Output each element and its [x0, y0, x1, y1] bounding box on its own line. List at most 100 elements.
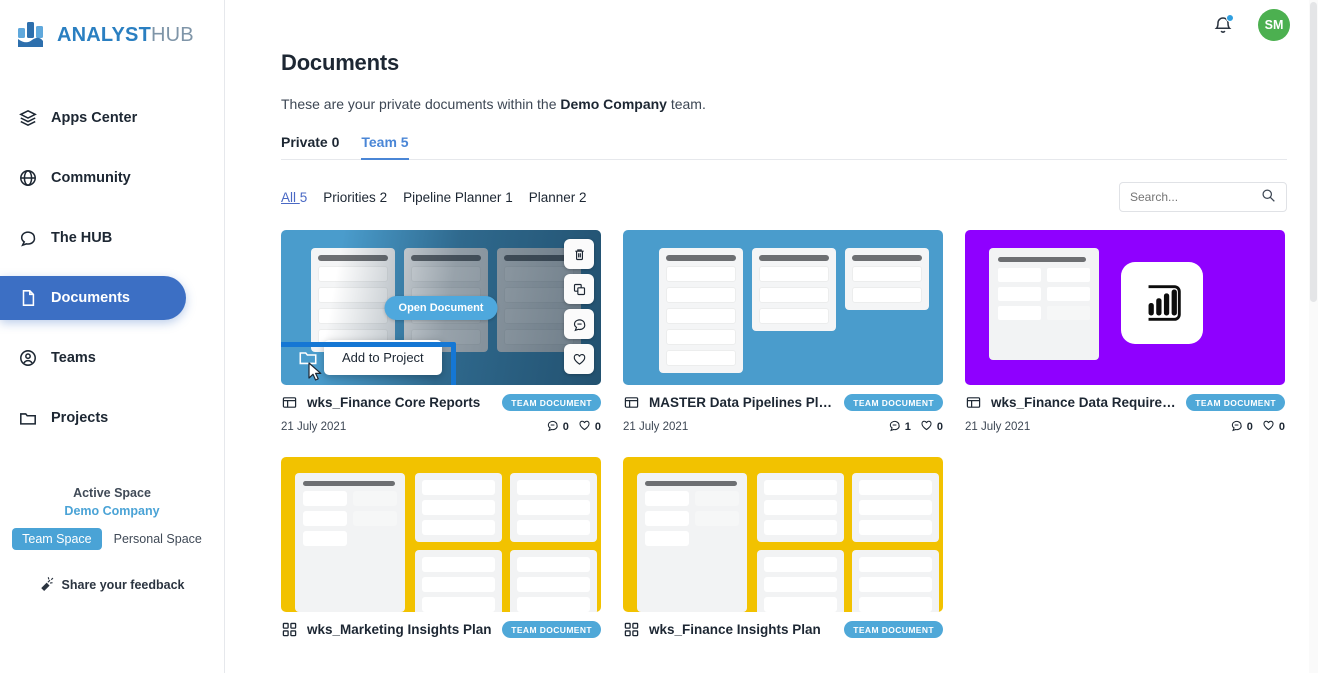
document-thumbnail[interactable]: [965, 230, 1285, 385]
filter-priorities[interactable]: Priorities 2: [323, 190, 387, 205]
card-title[interactable]: wks_Finance Data Requirements: [991, 395, 1176, 410]
power-bi-icon: [1121, 262, 1203, 344]
page-content: Documents These are your private documen…: [225, 50, 1318, 638]
card-title[interactable]: wks_Finance Core Reports: [307, 395, 492, 410]
personal-space-button[interactable]: Personal Space: [104, 528, 212, 550]
thumbnail-kanban-preview: [623, 230, 943, 385]
sidebar-item-label: Projects: [51, 410, 109, 426]
search-icon[interactable]: [1261, 188, 1276, 206]
filter-count: 2: [579, 189, 587, 205]
comment-count[interactable]: 0: [1230, 419, 1253, 435]
favorite-heart-icon: [1262, 419, 1275, 435]
brand-logo-area[interactable]: ANALYSTHUB: [0, 0, 224, 56]
sidebar-item-documents[interactable]: Documents: [0, 276, 186, 320]
preview-widgets: [415, 473, 601, 612]
filter-planner[interactable]: Planner 2: [529, 190, 587, 205]
sidebar-item-projects[interactable]: Projects: [0, 396, 186, 440]
sidebar-item-label: Documents: [51, 290, 130, 306]
kanban-column: [311, 248, 395, 352]
card-counts: 0 0: [1230, 419, 1285, 435]
like-count-value: 0: [594, 421, 601, 433]
page-subtitle-before: These are your private documents within …: [281, 96, 561, 112]
favorite-heart-icon: [920, 419, 933, 435]
tab-private[interactable]: Private 0: [281, 134, 339, 160]
like-count[interactable]: 0: [578, 419, 601, 435]
document-card-icon: [281, 395, 297, 411]
filter-label: Priorities: [323, 189, 376, 205]
page-subtitle: These are your private documents within …: [281, 96, 1290, 112]
document-card: wks_Finance Insights Plan TEAM DOCUMENT: [623, 457, 943, 638]
scrollbar-thumb[interactable]: [1310, 2, 1317, 302]
sidebar-item-teams[interactable]: Teams: [0, 336, 186, 380]
sidebar-item-label: Teams: [51, 350, 96, 366]
like-count-value: 0: [936, 421, 943, 433]
document-thumbnail[interactable]: [623, 457, 943, 612]
filter-all[interactable]: All 5: [281, 190, 307, 205]
sidebar: ANALYSTHUB Apps Center Community The HUB…: [0, 0, 225, 673]
delete-icon[interactable]: [564, 239, 594, 269]
search-box[interactable]: [1119, 182, 1287, 212]
favorite-heart-icon[interactable]: [564, 344, 594, 374]
status-badge: TEAM DOCUMENT: [502, 621, 601, 638]
grid-dashboard-icon: [281, 622, 297, 638]
thumbnail-powerbi-preview: [965, 230, 1285, 385]
comment-icon[interactable]: [564, 309, 594, 339]
document-thumbnail[interactable]: Open Document Add to Project: [281, 230, 601, 385]
analysthub-logo-icon: [18, 22, 48, 48]
document-card: wks_Finance Data Requirements TEAM DOCUM…: [965, 230, 1285, 435]
share-feedback-button[interactable]: Share your feedback: [0, 576, 224, 594]
user-avatar[interactable]: SM: [1258, 9, 1290, 41]
comment-count[interactable]: 1: [888, 419, 911, 435]
sidebar-item-the-hub[interactable]: The HUB: [0, 216, 186, 260]
sidebar-item-community[interactable]: Community: [0, 156, 186, 200]
card-title[interactable]: wks_Marketing Insights Plan: [307, 622, 492, 637]
document-card: wks_Marketing Insights Plan TEAM DOCUMEN…: [281, 457, 601, 638]
grid-dashboard-icon: [623, 622, 639, 638]
topbar: SM: [225, 0, 1318, 50]
search-input[interactable]: [1130, 190, 1250, 204]
filter-count: 1: [505, 189, 513, 205]
page-title: Documents: [281, 50, 399, 75]
card-counts: 1 0: [888, 419, 943, 435]
like-count[interactable]: 0: [920, 419, 943, 435]
filter-chips: All 5 Priorities 2 Pipeline Planner 1 Pl…: [281, 190, 587, 205]
card-date: 21 July 2021: [965, 421, 1031, 433]
preview-widget: [757, 473, 844, 542]
document-icon: [18, 289, 37, 308]
tab-team[interactable]: Team 5: [361, 134, 409, 160]
comment-count[interactable]: 0: [546, 419, 569, 435]
active-space-section: Active Space Demo Company Team Space Per…: [0, 486, 224, 594]
kanban-column: [659, 248, 743, 373]
card-counts: 0 0: [546, 419, 601, 435]
like-count[interactable]: 0: [1262, 419, 1285, 435]
notification-bell-icon[interactable]: [1212, 14, 1234, 36]
add-to-project-folder-icon[interactable]: [295, 345, 321, 371]
document-card-icon: [623, 395, 639, 411]
page-scrollbar[interactable]: [1309, 0, 1318, 673]
preview-widget: [415, 550, 502, 612]
card-title[interactable]: wks_Finance Insights Plan: [649, 622, 834, 637]
preview-widget: [852, 550, 939, 612]
active-space-name[interactable]: Demo Company: [0, 504, 224, 518]
team-space-button[interactable]: Team Space: [12, 528, 102, 550]
sidebar-nav: Apps Center Community The HUB Documents: [0, 88, 224, 448]
layers-icon: [18, 109, 37, 128]
sidebar-item-label: Apps Center: [51, 110, 138, 126]
preview-document-panel: [295, 473, 405, 612]
preview-widget: [852, 473, 939, 542]
sidebar-item-apps-center[interactable]: Apps Center: [0, 96, 186, 140]
card-title[interactable]: MASTER Data Pipelines Planning: [649, 395, 834, 410]
document-thumbnail[interactable]: [623, 230, 943, 385]
active-space-title: Active Space: [73, 486, 151, 500]
share-feedback-label: Share your feedback: [61, 578, 185, 592]
duplicate-icon[interactable]: [564, 274, 594, 304]
open-document-button[interactable]: Open Document: [384, 295, 498, 320]
card-metadata: MASTER Data Pipelines Planning TEAM DOCU…: [623, 394, 943, 435]
document-thumbnail[interactable]: [281, 457, 601, 612]
kanban-column: [845, 248, 929, 310]
filter-pipeline-planner[interactable]: Pipeline Planner 1: [403, 190, 513, 205]
filter-count: 5: [299, 189, 308, 205]
comment-icon: [546, 419, 559, 435]
filter-label: Pipeline Planner: [403, 189, 502, 205]
preview-widget: [757, 550, 844, 612]
